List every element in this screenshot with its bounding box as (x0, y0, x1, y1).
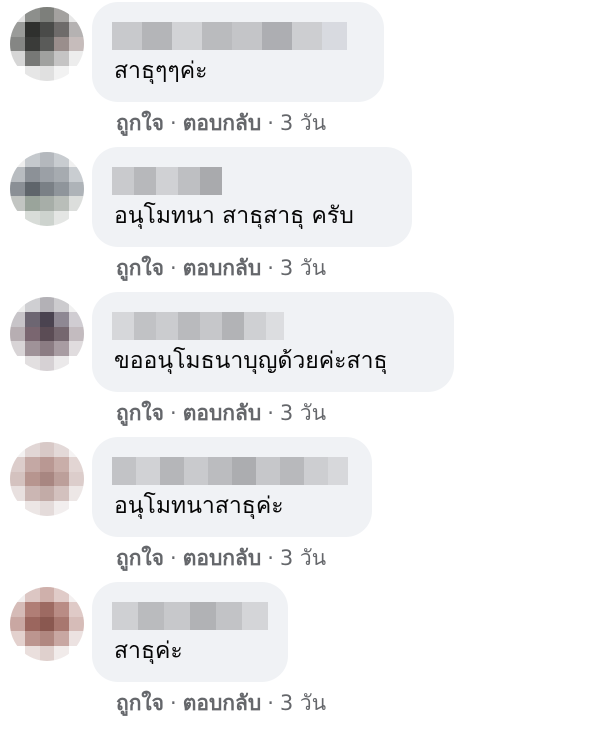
reply-link[interactable]: ตอบกลับ (183, 401, 262, 425)
separator-dot: · (170, 111, 177, 135)
comment-actions: ถูกใจ · ตอบกลับ · 3 วัน (116, 543, 326, 573)
separator-dot: · (170, 401, 177, 425)
reply-link[interactable]: ตอบกลับ (183, 691, 262, 715)
comment-item: สาธุค่ะ ถูกใจ · ตอบกลับ · 3 วัน (0, 582, 600, 727)
commenter-name-blurred[interactable] (112, 22, 367, 50)
comment-actions: ถูกใจ · ตอบกลับ · 3 วัน (116, 253, 326, 283)
timestamp[interactable]: 3 วัน (280, 256, 326, 280)
like-link[interactable]: ถูกใจ (116, 256, 164, 280)
separator-dot: · (267, 401, 274, 425)
separator-dot: · (267, 691, 274, 715)
comment-text: อนุโมทนาสาธุค่ะ (114, 493, 284, 519)
avatar[interactable] (10, 152, 84, 226)
avatar[interactable] (10, 297, 84, 371)
separator-dot: · (170, 256, 177, 280)
like-link[interactable]: ถูกใจ (116, 401, 164, 425)
comment-bubble: อนุโมทนา สาธุสาธุ ครับ (92, 147, 412, 247)
like-link[interactable]: ถูกใจ (116, 691, 164, 715)
avatar[interactable] (10, 587, 84, 661)
reply-link[interactable]: ตอบกลับ (183, 256, 262, 280)
comment-text: สาธุๆๆค่ะ (114, 58, 208, 84)
comment-bubble: สาธุค่ะ (92, 582, 288, 682)
timestamp[interactable]: 3 วัน (280, 111, 326, 135)
avatar[interactable] (10, 442, 84, 516)
comment-bubble: สาธุๆๆค่ะ (92, 2, 384, 102)
reply-link[interactable]: ตอบกลับ (183, 111, 262, 135)
separator-dot: · (267, 111, 274, 135)
separator-dot: · (267, 256, 274, 280)
comment-item: อนุโมทนา สาธุสาธุ ครับ ถูกใจ · ตอบกลับ · 3 ว… (0, 147, 600, 292)
comment-bubble: ขออนุโมธนาบุญด้วยค่ะสาธุ (92, 292, 454, 392)
timestamp[interactable]: 3 วัน (280, 546, 326, 570)
timestamp[interactable]: 3 วัน (280, 691, 326, 715)
comment-actions: ถูกใจ · ตอบกลับ · 3 วัน (116, 108, 326, 138)
comment-item: สาธุๆๆค่ะ ถูกใจ · ตอบกลับ · 3 วัน (0, 2, 600, 147)
comment-item: ขออนุโมธนาบุญด้วยค่ะสาธุ ถูกใจ · ตอบกลับ · 3… (0, 292, 600, 437)
avatar[interactable] (10, 7, 84, 81)
separator-dot: · (170, 691, 177, 715)
comment-text: สาธุค่ะ (114, 638, 183, 664)
commenter-name-blurred[interactable] (112, 602, 268, 630)
timestamp[interactable]: 3 วัน (280, 401, 326, 425)
comment-actions: ถูกใจ · ตอบกลับ · 3 วัน (116, 688, 326, 718)
separator-dot: · (170, 546, 177, 570)
separator-dot: · (267, 546, 274, 570)
comment-actions: ถูกใจ · ตอบกลับ · 3 วัน (116, 398, 326, 428)
comment-bubble: อนุโมทนาสาธุค่ะ (92, 437, 372, 537)
comment-item: อนุโมทนาสาธุค่ะ ถูกใจ · ตอบกลับ · 3 วัน (0, 437, 600, 582)
comment-text: อนุโมทนา สาธุสาธุ ครับ (114, 203, 354, 229)
like-link[interactable]: ถูกใจ (116, 546, 164, 570)
commenter-name-blurred[interactable] (112, 312, 284, 340)
comment-text: ขออนุโมธนาบุญด้วยค่ะสาธุ (114, 348, 388, 374)
commenter-name-blurred[interactable] (112, 167, 222, 195)
reply-link[interactable]: ตอบกลับ (183, 546, 262, 570)
commenter-name-blurred[interactable] (112, 457, 348, 485)
like-link[interactable]: ถูกใจ (116, 111, 164, 135)
